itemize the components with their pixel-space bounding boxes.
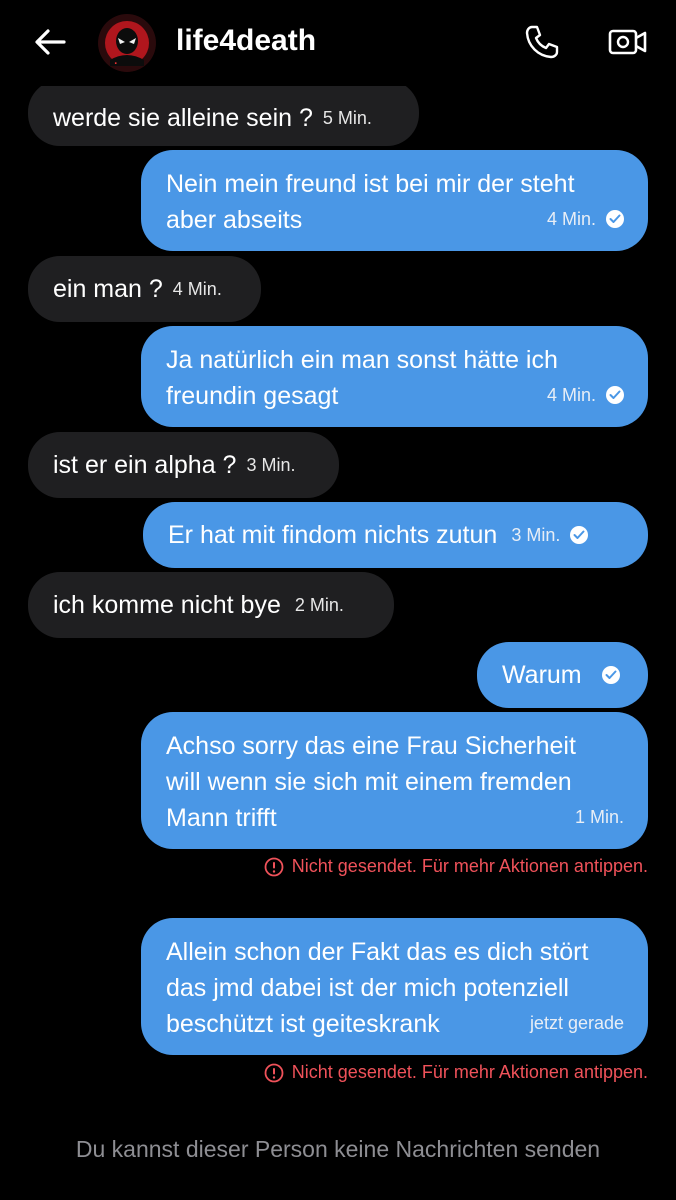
message-line: Achso sorry das eine Frau Sicherheit xyxy=(166,732,576,760)
alert-circle-icon xyxy=(264,1063,284,1082)
contact-name[interactable]: life4death xyxy=(176,24,316,58)
chat-header: . life4death xyxy=(0,0,676,86)
message-line: das jmd dabei ist der mich potenziell xyxy=(166,974,569,1002)
message-text: Warum xyxy=(502,661,582,689)
sent-check-icon xyxy=(601,666,620,684)
message-bubble-outgoing-failed[interactable]: Allein schon der Fakt das es dich stört … xyxy=(141,918,648,1055)
message-meta: 4 Min. xyxy=(547,377,624,413)
message-line: will wenn sie sich mit einem fremden xyxy=(166,768,572,796)
message-text: werde sie alleine sein ? xyxy=(53,104,313,132)
back-button[interactable] xyxy=(30,22,70,62)
message-time: 2 Min. xyxy=(294,595,344,615)
arrow-left-icon xyxy=(35,29,66,55)
message-bubble-incoming[interactable]: ist er ein alpha ? 3 Min. xyxy=(28,432,339,498)
send-error-notice[interactable]: Nicht gesendet. Für mehr Aktionen antipp… xyxy=(264,1062,648,1083)
alert-circle-icon xyxy=(264,857,284,876)
message-bubble-outgoing[interactable]: Nein mein freund ist bei mir der steht a… xyxy=(141,150,648,251)
avatar-image: . xyxy=(98,14,156,72)
error-text: Nicht gesendet. Für mehr Aktionen antipp… xyxy=(291,1062,648,1082)
send-error-notice[interactable]: Nicht gesendet. Für mehr Aktionen antipp… xyxy=(264,856,648,877)
message-bubble-incoming[interactable]: ich komme nicht bye 2 Min. xyxy=(28,572,394,638)
message-time: 5 Min. xyxy=(322,108,372,128)
message-line: Allein schon der Fakt das es dich stört xyxy=(166,938,589,966)
message-time: 3 Min. xyxy=(246,455,296,475)
video-camera-icon xyxy=(608,29,647,55)
message-line: Ja natürlich ein man sonst hätte ich xyxy=(166,346,558,374)
cannot-message-notice: Du kannst dieser Person keine Nachrichte… xyxy=(75,1136,601,1162)
message-bubble-outgoing[interactable]: Warum xyxy=(477,642,648,708)
message-time: 4 Min. xyxy=(546,385,596,405)
call-button[interactable] xyxy=(522,22,562,62)
message-text: Er hat mit findom nichts zutun xyxy=(168,521,498,549)
sent-check-icon xyxy=(606,386,624,404)
avatar[interactable]: . xyxy=(98,14,156,72)
message-time: 3 Min. xyxy=(511,525,561,545)
video-call-button[interactable] xyxy=(606,22,650,62)
message-line: Nein mein freund ist bei mir der steht xyxy=(166,170,575,198)
sent-check-icon xyxy=(570,526,589,544)
message-text: ist er ein alpha ? xyxy=(53,451,237,479)
message-bubble-incoming[interactable]: ein man ? 4 Min. xyxy=(28,256,261,322)
message-time: jetzt gerade xyxy=(529,1013,624,1033)
message-time: 4 Min. xyxy=(546,209,596,229)
message-bubble-outgoing-failed[interactable]: Achso sorry das eine Frau Sicherheit wil… xyxy=(141,712,648,849)
message-text: ich komme nicht bye xyxy=(53,591,281,619)
message-bubble-outgoing[interactable]: Er hat mit findom nichts zutun 3 Min. xyxy=(143,502,648,568)
message-meta: 4 Min. xyxy=(547,201,624,237)
message-text: ein man ? xyxy=(53,275,163,303)
message-time: 4 Min. xyxy=(172,279,222,299)
phone-icon xyxy=(525,25,559,59)
svg-text:.: . xyxy=(114,57,117,67)
sent-check-icon xyxy=(606,210,624,228)
message-time: 1 Min. xyxy=(574,807,624,827)
message-meta: 1 Min. xyxy=(575,799,624,835)
message-bubble-outgoing[interactable]: Ja natürlich ein man sonst hätte ich fre… xyxy=(141,326,648,427)
error-text: Nicht gesendet. Für mehr Aktionen antipp… xyxy=(291,856,648,876)
message-bubble-incoming[interactable]: werde sie alleine sein ? 5 Min. xyxy=(28,80,419,146)
message-meta: jetzt gerade xyxy=(530,1005,624,1041)
